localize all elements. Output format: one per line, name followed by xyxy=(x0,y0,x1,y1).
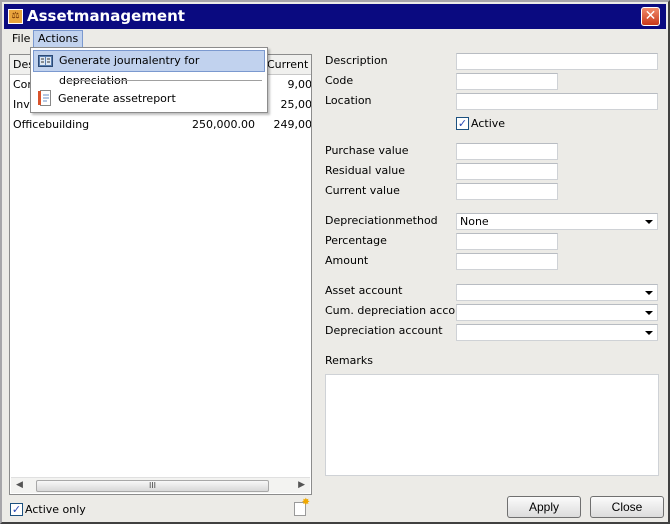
menu-item-label: Generate journalentry for depreciation xyxy=(59,54,200,87)
menu-item-generate-journalentry[interactable]: Generate journalentry for depreciation xyxy=(33,50,265,87)
residual-value-input[interactable] xyxy=(456,163,558,180)
cell-current-value: 249,000 xyxy=(273,118,312,131)
active-only-checkbox[interactable]: ✓ xyxy=(10,502,23,516)
new-document-icon[interactable]: ✸ xyxy=(294,498,310,516)
location-input[interactable] xyxy=(456,93,658,110)
amount-input[interactable] xyxy=(456,253,558,270)
active-label: Active xyxy=(471,116,506,130)
cum-depreciation-account-select[interactable] xyxy=(456,304,658,321)
cell-description: Inv xyxy=(13,98,30,111)
current-value-label: Current value xyxy=(325,184,400,197)
report-icon xyxy=(38,90,51,106)
active-only-label: Active only xyxy=(25,502,86,516)
purchase-value-label: Purchase value xyxy=(325,144,409,157)
asset-account-label: Asset account xyxy=(325,284,403,297)
depreciation-account-select[interactable] xyxy=(456,324,658,341)
cell-current-value: 25,000 xyxy=(280,98,312,111)
actions-dropdown-menu: Generate journalentry for depreciation G… xyxy=(30,47,268,113)
table-row[interactable]: Officebuilding 250,000.00 249,000 xyxy=(10,115,311,135)
column-header-current-value[interactable]: Current v xyxy=(264,55,311,75)
menu-item-label: Generate assetreport xyxy=(58,92,176,105)
cum-depreciation-account-label: Cum. depreciation account xyxy=(325,304,474,317)
residual-value-label: Residual value xyxy=(325,164,405,177)
cell-current-value: 9,000 xyxy=(287,78,312,91)
active-checkbox[interactable]: ✓ xyxy=(456,116,469,130)
asset-list[interactable]: Des Current v Com 9,000 Inv 25,000 Offic… xyxy=(9,54,312,495)
title-bar: ⚖ Assetmanagement ✕ xyxy=(4,4,666,29)
depreciation-method-value: None xyxy=(460,215,489,228)
menu-separator xyxy=(66,80,262,81)
scroll-thumb[interactable]: III xyxy=(36,480,269,492)
horizontal-scrollbar[interactable]: ◀ III ▶ xyxy=(11,477,310,493)
scroll-right-icon[interactable]: ▶ xyxy=(298,480,305,490)
description-input[interactable] xyxy=(456,53,658,70)
percentage-label: Percentage xyxy=(325,234,387,247)
asset-management-window: ⚖ Assetmanagement ✕ File Actions Des Cur… xyxy=(0,0,670,524)
chevron-down-icon xyxy=(645,220,653,224)
cell-purchase-value: 250,000.00 xyxy=(192,118,255,131)
menu-item-generate-assetreport[interactable]: Generate assetreport xyxy=(33,89,265,111)
ledger-app-icon: ⚖ xyxy=(8,9,23,24)
menu-actions[interactable]: Actions xyxy=(33,30,84,48)
menu-file[interactable]: File xyxy=(8,30,34,48)
scroll-left-icon[interactable]: ◀ xyxy=(16,480,23,490)
depreciation-account-label: Depreciation account xyxy=(325,324,443,337)
window-title: Assetmanagement xyxy=(27,7,185,25)
journal-book-icon xyxy=(38,55,53,67)
depreciation-method-select[interactable]: None xyxy=(456,213,658,230)
chevron-down-icon xyxy=(645,291,653,295)
apply-button[interactable]: Apply xyxy=(507,496,581,518)
close-window-button[interactable]: ✕ xyxy=(641,7,660,26)
amount-label: Amount xyxy=(325,254,369,267)
purchase-value-input[interactable] xyxy=(456,143,558,160)
remarks-label: Remarks xyxy=(325,354,373,367)
code-input[interactable] xyxy=(456,73,558,90)
active-field[interactable]: ✓ Active xyxy=(456,116,505,130)
description-label: Description xyxy=(325,54,388,67)
chevron-down-icon xyxy=(645,311,653,315)
asset-account-select[interactable] xyxy=(456,284,658,301)
percentage-input[interactable] xyxy=(456,233,558,250)
current-value-input[interactable] xyxy=(456,183,558,200)
new-star-icon: ✸ xyxy=(301,497,310,508)
remarks-textarea[interactable] xyxy=(325,374,659,476)
chevron-down-icon xyxy=(645,331,653,335)
cell-description: Officebuilding xyxy=(13,118,90,131)
code-label: Code xyxy=(325,74,354,87)
active-only-filter[interactable]: ✓ Active only xyxy=(10,502,86,518)
close-button[interactable]: Close xyxy=(590,496,664,518)
depreciation-method-label: Depreciationmethod xyxy=(325,214,438,227)
location-label: Location xyxy=(325,94,372,107)
